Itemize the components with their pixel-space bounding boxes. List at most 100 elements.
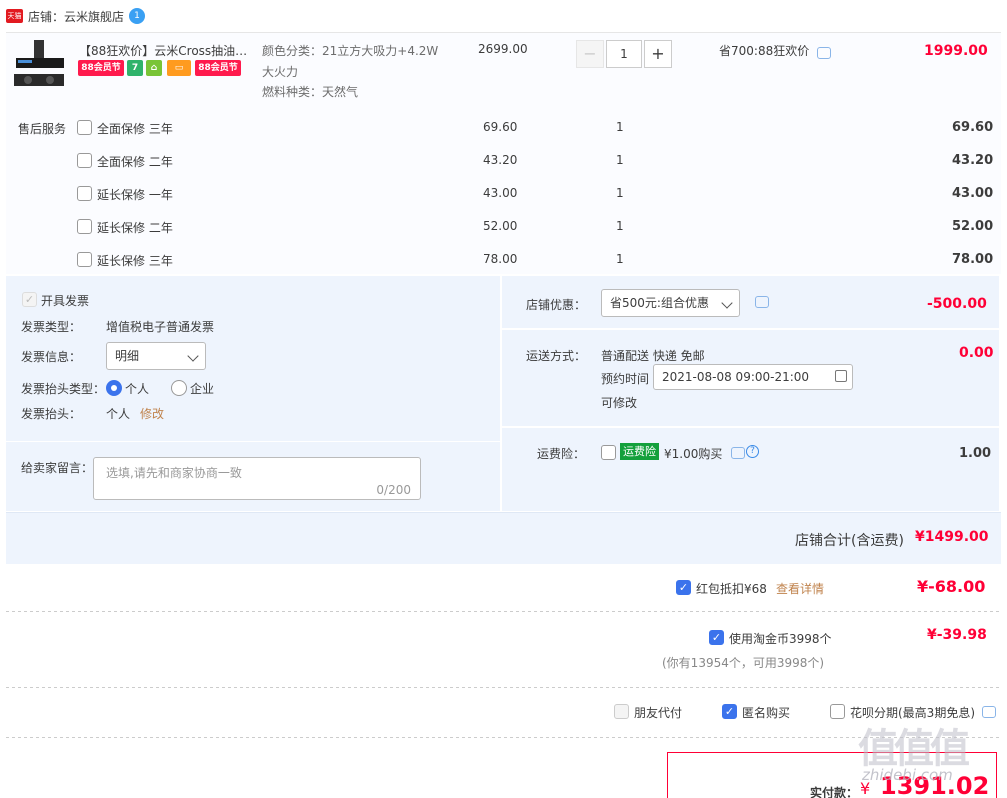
chevron-down-icon (721, 297, 733, 309)
service-checkbox[interactable] (77, 153, 92, 168)
service-total: 43.00 (952, 186, 994, 201)
redpacket-checkbox[interactable] (676, 580, 691, 595)
anonymous-label: 匿名购买 (742, 706, 791, 720)
service-price: 78.00 (483, 252, 518, 266)
service-total: 69.60 (952, 120, 994, 135)
discount-amount: -500.00 (927, 296, 987, 312)
radio-company[interactable] (171, 380, 187, 396)
divider (6, 687, 1001, 688)
product-title[interactable]: 【88狂欢价】云米Cross抽油烟机 (79, 42, 257, 59)
service-qty: 1 (616, 252, 624, 266)
badge-7day-return-icon: 7 (127, 60, 143, 76)
help-icon[interactable]: ? (746, 445, 759, 458)
service-checkbox[interactable] (77, 252, 92, 267)
appointment-time-value: 2021-08-08 09:00-21:00 (662, 370, 810, 384)
service-checkbox[interactable] (77, 186, 92, 201)
qty-plus-button[interactable]: + (644, 40, 672, 68)
sku-attr-color-cont: 大火力 (262, 65, 299, 79)
service-checkbox[interactable] (77, 219, 92, 234)
message-textarea[interactable]: 选填,请先和商家协商一致 0/200 (93, 457, 421, 500)
shipping-value: 普通配送 快递 免邮 (601, 349, 705, 363)
service-total: 43.20 (952, 153, 994, 168)
service-total: 78.00 (952, 252, 994, 267)
service-price: 69.60 (483, 120, 518, 134)
service-qty: 1 (616, 219, 624, 233)
anonymous-checkbox[interactable] (722, 704, 737, 719)
invoice-modify-link[interactable]: 修改 (140, 405, 164, 422)
invoice-header-type-label: 发票抬头类型： (21, 382, 106, 396)
radio-personal[interactable] (106, 380, 122, 396)
shop-total-label: 店铺合计(含运费) (795, 533, 904, 549)
service-qty: 1 (616, 153, 624, 167)
insurance-checkbox[interactable] (601, 445, 616, 460)
qty-minus-button[interactable]: − (576, 40, 604, 68)
huabei-checkbox[interactable] (830, 704, 845, 719)
radio-company-label: 企业 (190, 382, 215, 396)
shop-name[interactable]: 店铺：云米旗舰店 (28, 8, 124, 25)
sku-attr-fuel: 燃料种类：天然气 (262, 85, 359, 99)
redpacket-details-link[interactable]: 查看详情 (776, 580, 824, 597)
product-image[interactable] (12, 40, 68, 92)
service-name: 延长保修 三年 (97, 254, 173, 268)
divider (6, 737, 1001, 738)
shipping-amount: 0.00 (959, 345, 994, 361)
invoice-type-value: 增值税电子普通发票 (106, 320, 215, 334)
payment-label: 实付款： (810, 786, 859, 798)
shipping-label: 运送方式： (526, 349, 587, 363)
insurance-panel (502, 428, 999, 511)
service-price: 43.00 (483, 186, 518, 200)
service-name: 全面保修 二年 (97, 155, 173, 169)
modifiable-note: 可修改 (601, 396, 638, 410)
calendar-icon (835, 370, 847, 382)
badge-88-member-icon: 88会员节 (195, 60, 241, 76)
discount-select[interactable]: 省500元:组合优惠 (601, 289, 740, 317)
quantity-stepper: − 1 + (576, 40, 672, 68)
redpacket-amount: ¥-68.00 (917, 577, 986, 596)
chat-icon[interactable] (755, 296, 769, 308)
service-total: 52.00 (952, 219, 994, 234)
divider (6, 611, 1001, 612)
badge-88-member-icon: 88会员节 (78, 60, 124, 76)
message-counter: 0/200 (376, 483, 411, 497)
invoice-type-label: 发票类型： (21, 320, 82, 334)
invoice-info-value: 明细 (115, 349, 140, 363)
invoice-info-select[interactable]: 明细 (106, 342, 206, 370)
shop-total-amount: ¥1499.00 (915, 529, 989, 545)
coins-note: (你有13954个，可用3998个) (662, 656, 825, 670)
freight-insurance-tag: 运费险 (620, 443, 659, 460)
appointment-label: 预约时间 (601, 372, 650, 386)
discount-label: 店铺优惠： (526, 298, 587, 312)
wangwang-chat-icon[interactable]: 1 (129, 8, 145, 24)
badge-home-service-icon: ⌂ (146, 60, 162, 76)
insurance-amount: 1.00 (959, 446, 992, 461)
service-name: 延长保修 二年 (97, 221, 173, 235)
chat-icon[interactable] (731, 447, 745, 459)
sku-attr-color: 颜色分类：21立方大吸力+4.2W (262, 44, 439, 58)
discount-value: 省500元:组合优惠 (610, 296, 709, 310)
appointment-time-input[interactable]: 2021-08-08 09:00-21:00 (653, 364, 853, 390)
service-qty: 1 (616, 186, 624, 200)
coins-amount: ¥-39.98 (927, 627, 987, 643)
friend-pay-label: 朋友代付 (634, 706, 683, 720)
insurance-buy-label: ¥1.00购买 (664, 447, 723, 461)
invoice-info-label: 发票信息： (21, 350, 82, 364)
redpacket-label: 红包抵扣¥68 (696, 582, 767, 596)
site-watermark-text: zhidebi.com (862, 766, 953, 784)
unit-price: 2699.00 (478, 42, 528, 56)
item-subtotal: 1999.00 (924, 43, 988, 59)
coins-label: 使用淘金币3998个 (729, 632, 832, 646)
promo-label: 省700:88狂欢价 (719, 44, 810, 58)
invoice-header-value: 个人 (106, 407, 131, 421)
chevron-down-icon (187, 350, 199, 362)
qty-input[interactable]: 1 (606, 40, 642, 68)
invoice-checkbox[interactable] (22, 292, 37, 307)
badge-card-icon: ▭ (167, 60, 191, 76)
coins-checkbox[interactable] (709, 630, 724, 645)
chat-icon[interactable] (817, 47, 831, 59)
friend-pay-checkbox[interactable] (614, 704, 629, 719)
insurance-label: 运费险： (537, 447, 586, 461)
service-price: 43.20 (483, 153, 518, 167)
service-qty: 1 (616, 120, 624, 134)
invoice-header-label: 发票抬头： (21, 407, 82, 421)
service-checkbox[interactable] (77, 120, 92, 135)
